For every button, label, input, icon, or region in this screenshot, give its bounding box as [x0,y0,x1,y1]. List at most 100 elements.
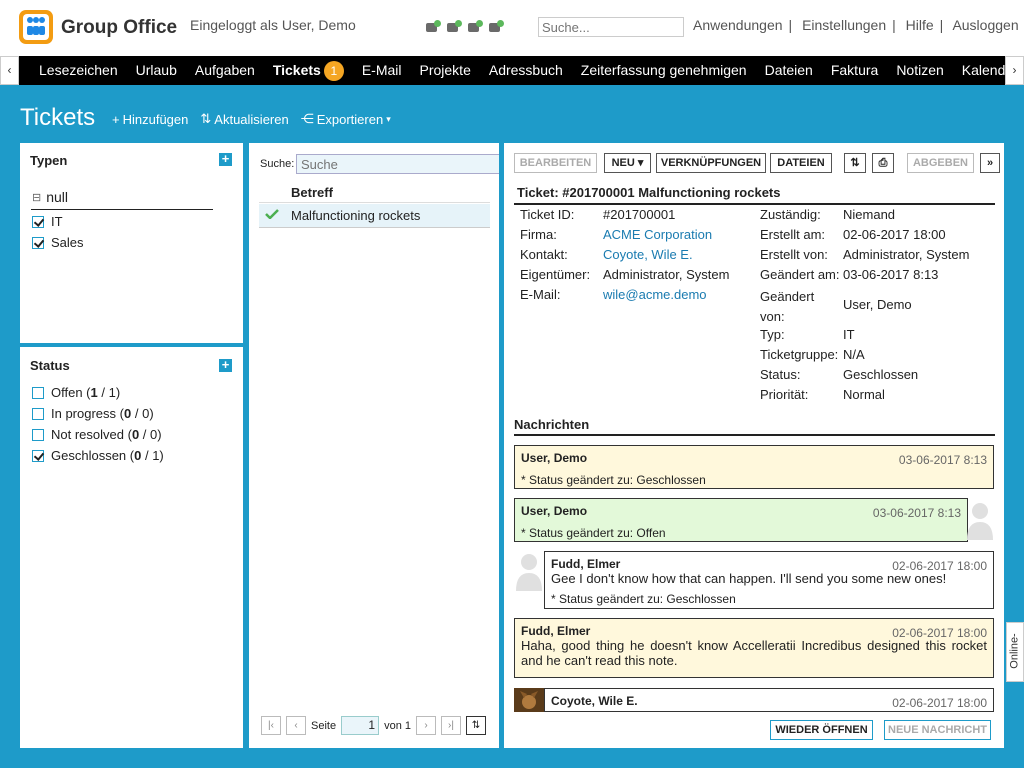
refresh-icon[interactable]: ⇅ [844,153,866,173]
refresh-button[interactable]: ⇅ Aktualisieren [200,111,288,127]
message-note: * Status geändert zu: Geschlossen [521,473,706,487]
prev-page-button[interactable]: ‹ [286,716,306,735]
field-modified-at: 03-06-2017 8:13 [843,267,939,282]
message-date: 02-06-2017 18:00 [892,559,987,573]
nav-tickets-label: Tickets [272,62,321,78]
add-label: Hinzufügen [122,111,189,127]
link-anwendungen[interactable]: Anwendungen [693,17,783,33]
type-it[interactable]: IT [32,214,63,229]
nav-scroll-left-button[interactable]: ‹ [0,56,19,85]
field-status: Geschlossen [843,367,919,382]
global-search-input[interactable] [538,17,684,37]
edit-button[interactable]: BEARBEITEN [514,153,597,173]
type-sales[interactable]: Sales [32,235,84,250]
reopen-button[interactable]: WIEDER ÖFFNEN [770,720,873,740]
messages-divider [514,434,995,436]
contacts-icon[interactable] [446,20,462,34]
field-label: Ticket ID: [520,207,575,222]
refresh-list-button[interactable]: ⇅ [466,716,486,735]
status-not-resolved[interactable]: Not resolved (0 / 0) [32,427,162,442]
ticket-subject: Malfunctioning rockets [291,208,421,223]
ticket-search-input[interactable] [296,154,499,174]
status-in-progress[interactable]: In progress (0 / 0) [32,406,154,421]
first-page-button[interactable]: |‹ [261,716,281,735]
field-created-at: 02-06-2017 18:00 [843,227,946,242]
new-message-button[interactable]: NEUE NACHRICHT [884,720,991,740]
add-type-button[interactable]: + [219,152,232,166]
column-header-subject[interactable]: Betreff [259,183,490,203]
close-ticket-button[interactable]: ABGEBEN [907,153,974,173]
online-users-tab[interactable]: Online- [1006,622,1024,682]
nav-zeiterfassung[interactable]: Zeiterfassung genehmigen [572,56,756,85]
page-number-input[interactable]: 1 [341,716,380,735]
type-group[interactable]: ⊟ null [32,189,68,205]
export-button[interactable]: ⋲ Exportieren ▾ [301,111,391,127]
last-page-button[interactable]: ›| [441,716,461,735]
group-office-logo[interactable] [19,10,53,44]
message-date: 03-06-2017 8:13 [872,506,961,520]
field-label: Geändert von: [760,289,815,324]
workspace: Tickets + Hinzufügen ⇅ Aktualisieren ⋲ Expo… [0,85,1024,768]
nav-adressbuch[interactable]: Adressbuch [480,56,572,85]
field-contact-link[interactable]: Coyote, Wile E. [603,247,693,262]
share-icon: ⋲ [300,111,314,126]
status-offen-total: 1 [108,385,116,400]
next-page-button[interactable]: › [416,716,436,735]
nav-aufgaben[interactable]: Aufgaben [186,56,264,85]
calendar-icon[interactable] [425,20,441,34]
field-email-link[interactable]: wile@acme.demo [603,287,707,302]
status-not-resolved-checkbox[interactable] [32,428,44,441]
nav-faktura[interactable]: Faktura [822,56,887,85]
type-sales-label: Sales [51,235,84,250]
status-offen[interactable]: Offen (1 / 1) [32,385,120,400]
add-button[interactable]: + Hinzufügen [112,111,188,127]
nav-lesezeichen[interactable]: Lesezeichen [30,56,127,85]
nav-kalender[interactable]: Kalender [953,56,1006,85]
add-status-button[interactable]: + [219,358,232,372]
message-item: User, Demo 03-06-2017 8:13 * Status geän… [514,498,968,542]
links-button[interactable]: VERKNÜPFUNGEN [656,153,766,173]
field-label: Eigentümer: [520,267,591,282]
status-in-progress-checkbox[interactable] [32,407,44,420]
title-divider [514,203,995,205]
type-it-checkbox[interactable] [32,215,44,228]
page-of-label: von 1 [384,719,411,732]
nav-urlaub[interactable]: Urlaub [127,56,186,85]
new-button[interactable]: NEU ▾ [604,153,651,173]
link-hilfe[interactable]: Hilfe [906,17,934,33]
link-einstellungen[interactable]: Einstellungen [802,17,886,33]
tickets-count-badge: 1 [323,61,344,81]
ticket-row[interactable]: Malfunctioning rockets [259,204,490,228]
avatar-placeholder-icon [516,554,542,591]
link-ausloggen[interactable]: Ausloggen [952,17,1018,33]
avatar-coyote-icon [514,688,544,712]
nav-notizen[interactable]: Notizen [887,56,952,85]
chevron-down-icon: ▾ [386,113,391,124]
field-type: IT [843,327,855,342]
field-owner: Administrator, System [603,267,730,282]
nav-scroll-right-button[interactable]: › [1005,56,1024,85]
types-title: Typen [30,153,68,168]
message-date: 03-06-2017 8:13 [898,453,987,467]
email-icon[interactable] [467,20,483,34]
divider [31,209,213,210]
field-company-link[interactable]: ACME Corporation [603,227,712,242]
field-label: Priorität: [760,387,809,402]
print-icon[interactable]: ⎙ [872,153,894,173]
camera-icon[interactable] [488,20,504,34]
status-geschlossen-checkbox[interactable] [32,449,44,462]
collapse-icon[interactable]: ⊟ [32,191,41,204]
type-sales-checkbox[interactable] [32,236,44,249]
ticket-list-panel: Suche: Betreff Malfunctioning rockets |‹… [249,143,499,748]
message-date: 02-06-2017 18:00 [892,626,987,640]
status-geschlossen[interactable]: Geschlossen (0 / 1) [32,448,164,463]
status-not-resolved-open: 0 [131,427,140,442]
files-button[interactable]: DATEIEN [770,153,832,173]
nav-projekte[interactable]: Projekte [411,56,480,85]
collapse-panel-icon[interactable]: » [980,153,1000,173]
nav-email[interactable]: E-Mail [353,56,411,85]
status-offen-checkbox[interactable] [32,386,44,399]
nav-dateien[interactable]: Dateien [756,56,822,85]
message-item: Fudd, Elmer 02-06-2017 18:00 Haha, good … [514,618,994,678]
nav-tickets[interactable]: Tickets 1 [264,56,353,85]
